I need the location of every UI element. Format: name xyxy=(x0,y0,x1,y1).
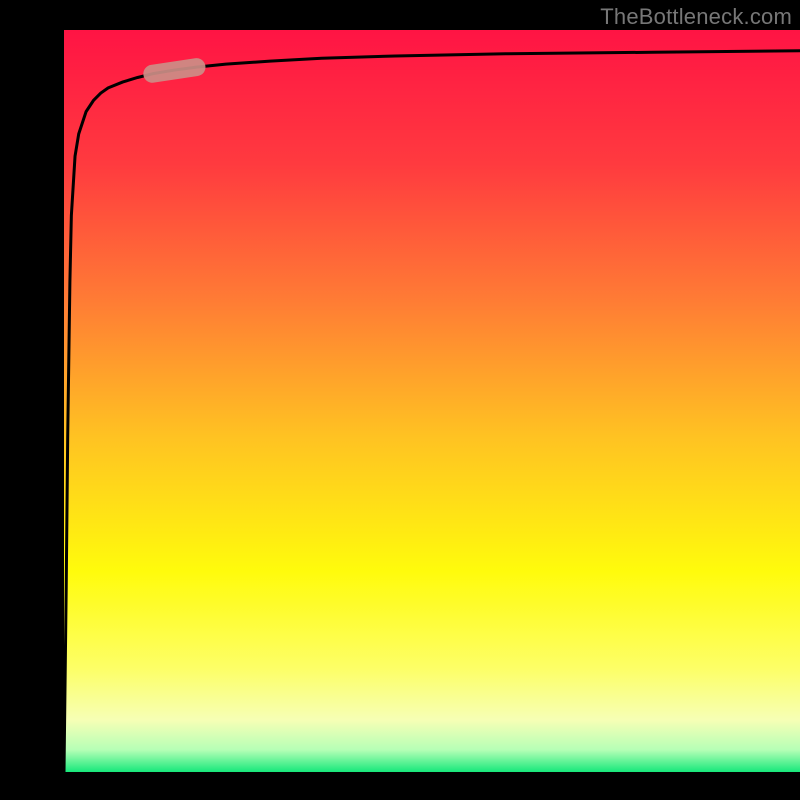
gradient-background xyxy=(64,30,800,772)
plot-area xyxy=(64,30,800,772)
chart-stage: TheBottleneck.com xyxy=(0,0,800,800)
watermark-text: TheBottleneck.com xyxy=(600,4,792,30)
